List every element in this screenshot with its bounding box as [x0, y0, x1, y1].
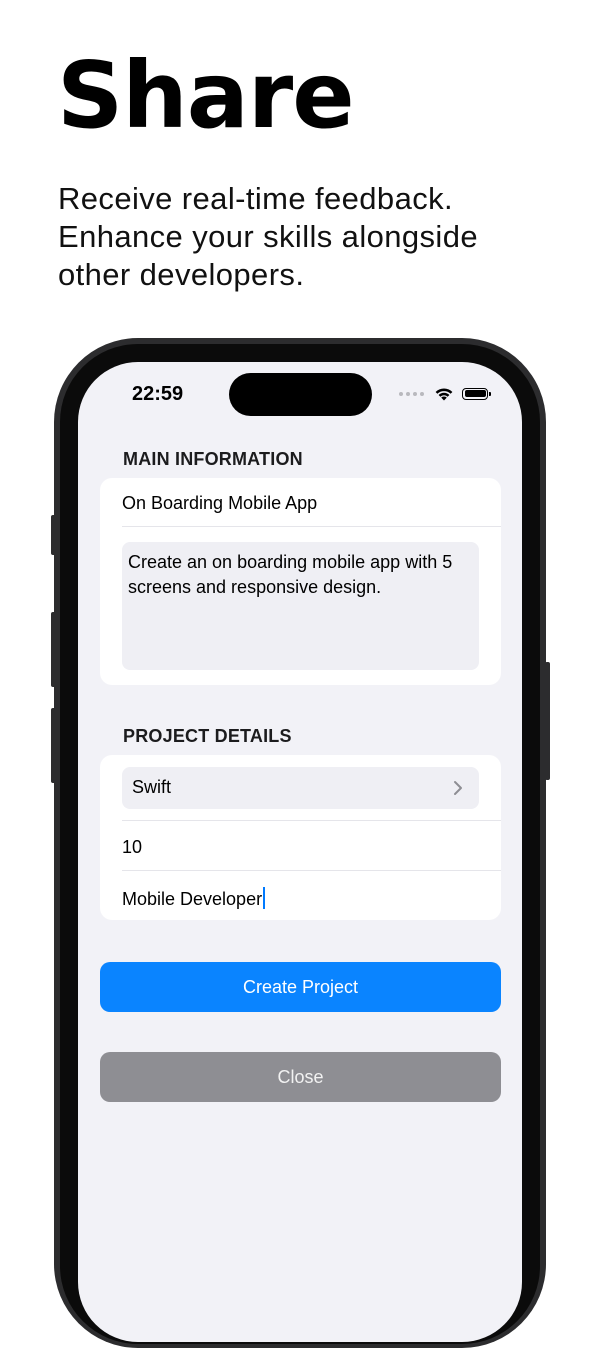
- divider: [122, 526, 501, 527]
- section-header-project-details: PROJECT DETAILS: [123, 726, 292, 746]
- text-cursor: [263, 887, 266, 909]
- volume-down-button: [51, 708, 56, 783]
- language-picker[interactable]: Swift: [122, 767, 479, 809]
- app-screen: 22:59 MAIN INFORMATION On Boarding Mobil…: [78, 362, 522, 1342]
- count-field[interactable]: 10: [122, 837, 142, 858]
- wifi-icon: [435, 388, 453, 401]
- role-field[interactable]: Mobile Developer: [122, 887, 266, 910]
- power-button: [545, 662, 550, 780]
- hero-title: Share: [57, 42, 355, 149]
- role-field-value: Mobile Developer: [122, 889, 263, 909]
- create-project-button[interactable]: Create Project: [100, 962, 501, 1012]
- battery-icon: [462, 387, 491, 400]
- close-button[interactable]: Close: [100, 1052, 501, 1102]
- project-details-card: Swift 10 Mobile Developer: [100, 755, 501, 920]
- dynamic-island: [229, 373, 372, 416]
- project-name-field[interactable]: On Boarding Mobile App: [122, 493, 317, 514]
- main-information-card: On Boarding Mobile App Create an on boar…: [100, 478, 501, 685]
- chevron-right-icon: [454, 781, 462, 795]
- hero-subtitle: Receive real-time feedback. Enhance your…: [58, 181, 479, 292]
- divider: [122, 820, 501, 821]
- divider: [122, 870, 501, 871]
- volume-up-button: [51, 612, 56, 687]
- action-button: [51, 515, 56, 555]
- language-picker-value: Swift: [132, 777, 172, 797]
- status-icons: [399, 386, 491, 401]
- status-time: 22:59: [132, 383, 184, 405]
- description-textarea[interactable]: Create an on boarding mobile app with 5 …: [122, 542, 479, 670]
- cellular-dots-icon: [399, 391, 424, 396]
- section-header-main-information: MAIN INFORMATION: [123, 449, 303, 469]
